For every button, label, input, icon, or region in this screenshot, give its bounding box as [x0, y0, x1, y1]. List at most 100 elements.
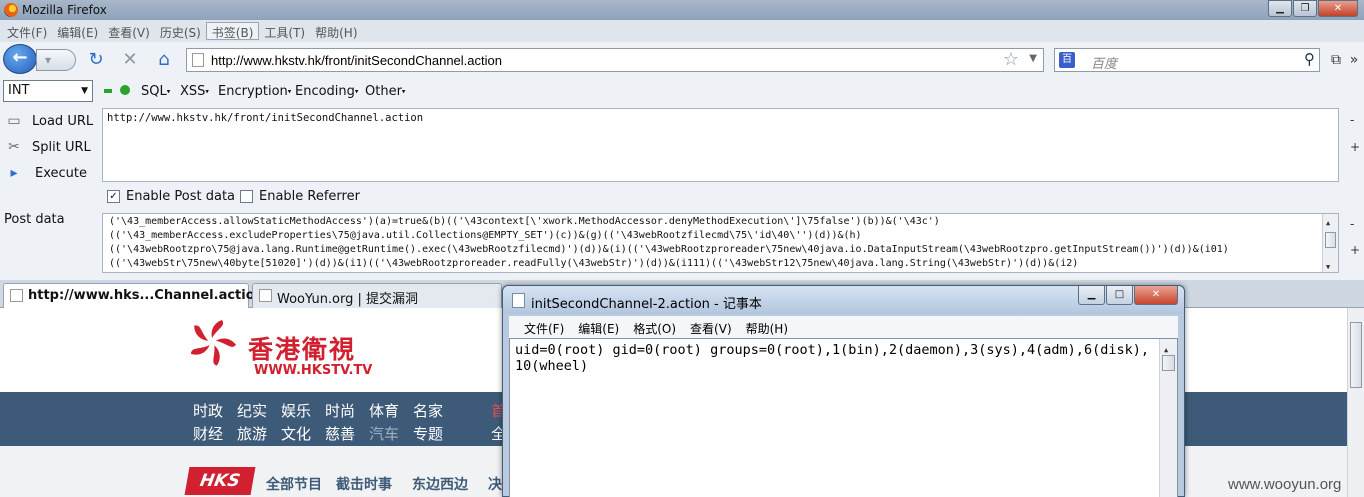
forward-dropdown-button[interactable]: ▾ [36, 49, 76, 71]
other-menu[interactable]: Other▾ [365, 84, 405, 99]
close-button[interactable]: ✕ [1318, 0, 1358, 17]
notepad-maximize-button[interactable]: □ [1106, 286, 1133, 305]
hkstv-flower-logo-icon [190, 320, 236, 366]
split-url-button[interactable]: ✂ Split URL [4, 139, 91, 155]
nav-link[interactable]: 汽车 [369, 423, 399, 444]
type-select[interactable]: INT ▼ [3, 80, 93, 102]
tab-wooyun[interactable]: WooYun.org | 提交漏洞 [252, 283, 502, 308]
notepad-minimize-button[interactable]: ▁ [1078, 286, 1105, 305]
nav-link[interactable]: 纪实 [237, 400, 267, 421]
navigation-toolbar: ← ▾ ↻ ✕ ⌂ http://www.hkstv.hk/front/init… [0, 42, 1364, 76]
enable-referrer-checkbox[interactable]: Enable Referrer [240, 189, 360, 204]
execute-button[interactable]: ▸ Execute [4, 165, 87, 181]
encryption-menu[interactable]: Encryption▾ [218, 84, 291, 99]
xss-menu[interactable]: XSS▾ [180, 84, 209, 99]
address-bar[interactable]: http://www.hkstv.hk/front/initSecondChan… [186, 48, 1044, 72]
encoding-menu[interactable]: Encoding▾ [295, 84, 358, 99]
load-url-button[interactable]: ▭ Load URL [4, 113, 93, 129]
menu-bar: 文件(F) 编辑(E) 查看(V) 历史(S) 书签(B) 工具(T) 帮助(H… [0, 20, 1364, 42]
nav-link[interactable]: 文化 [281, 423, 311, 444]
sql-menu[interactable]: SQL▾ [141, 84, 170, 99]
menu-help[interactable]: 帮助(H) [310, 20, 362, 42]
back-button[interactable]: ← [3, 44, 37, 74]
notepad-menu-bar: 文件(F) 编辑(E) 格式(O) 查看(V) 帮助(H) [509, 316, 1178, 338]
url-text[interactable]: http://www.hkstv.hk/front/initSecondChan… [211, 53, 502, 68]
menu-file[interactable]: 文件(F) [2, 20, 52, 42]
notepad-scroll-thumb[interactable] [1162, 355, 1175, 371]
page-icon [10, 289, 23, 302]
nav-link[interactable]: 娱乐 [281, 400, 311, 421]
notepad-window: initSecondChannel-2.action - 记事本 ▁ □ ✕ 文… [502, 285, 1185, 497]
search-placeholder: 百度 [1091, 57, 1118, 72]
page-scrollbar[interactable] [1347, 308, 1364, 497]
bookmark-star-icon[interactable]: ☆ [1003, 49, 1019, 70]
notepad-text-area[interactable]: uid=0(root) gid=0(root) groups=0(root),1… [509, 338, 1178, 497]
notepad-window-controls: ▁ □ ✕ [1078, 286, 1178, 305]
nav-link[interactable]: 专题 [413, 423, 443, 444]
scroll-down-icon[interactable]: ▼ [1326, 260, 1330, 272]
search-icon[interactable]: ⚲ [1304, 50, 1315, 68]
search-engine-icon[interactable]: 百 [1059, 52, 1075, 68]
page-scroll-thumb[interactable] [1350, 322, 1362, 388]
load-url-icon: ▭ [7, 113, 21, 129]
notepad-title: initSecondChannel-2.action - 记事本 [531, 297, 762, 312]
url-box-minus[interactable]: - [1350, 113, 1354, 127]
post-box-minus[interactable]: - [1350, 217, 1354, 231]
url-box-plus[interactable]: + [1350, 140, 1360, 154]
program-link[interactable]: 全部节目 [266, 474, 322, 494]
notepad-menu-edit[interactable]: 编辑(E) [571, 316, 626, 338]
overflow-chevron-icon[interactable]: » [1344, 50, 1364, 70]
maximize-button[interactable]: ❐ [1293, 0, 1317, 17]
split-url-icon: ✂ [8, 139, 20, 155]
menu-tools[interactable]: 工具(T) [259, 20, 310, 42]
post-data-scrollbar[interactable]: ▲ ▼ [1322, 214, 1338, 272]
menu-view[interactable]: 查看(V) [103, 20, 155, 42]
post-box-plus[interactable]: + [1350, 243, 1360, 257]
checkbox-unchecked-icon[interactable] [240, 190, 253, 203]
execute-icon: ▸ [10, 165, 18, 181]
notepad-close-button[interactable]: ✕ [1134, 286, 1178, 305]
notepad-menu-file[interactable]: 文件(F) [517, 316, 571, 338]
site-logo-url[interactable]: WWW.HKSTV.TV [254, 363, 372, 378]
notepad-menu-view[interactable]: 查看(V) [683, 316, 739, 338]
hks-logo[interactable]: HKS [184, 467, 256, 495]
hackbar-toolbar: INT ▼ SQL▾ XSS▾ Encryption▾ Encoding▾ Ot… [0, 76, 1364, 106]
search-bar[interactable]: 百 百度 ⚲ [1054, 48, 1320, 72]
url-dropdown-icon[interactable]: ▼ [1029, 53, 1037, 64]
nav-link[interactable]: 时尚 [325, 400, 355, 421]
menu-bookmarks[interactable]: 书签(B) [205, 22, 260, 40]
home-icon[interactable]: ⌂ [154, 50, 174, 70]
program-link[interactable]: 决 [488, 474, 502, 494]
nav-link[interactable]: 旅游 [237, 423, 267, 444]
notepad-menu-format[interactable]: 格式(O) [626, 316, 683, 338]
checkbox-checked-icon[interactable]: ✓ [107, 190, 120, 203]
nav-link[interactable]: 财经 [193, 423, 223, 444]
program-link[interactable]: 截击时事 [336, 474, 392, 494]
firefox-logo-icon [4, 3, 18, 17]
scroll-thumb[interactable] [1325, 232, 1336, 248]
menu-edit[interactable]: 编辑(E) [52, 20, 103, 42]
nav-link[interactable]: 体育 [369, 400, 399, 421]
type-select-value: INT [8, 83, 30, 98]
tab-hkstv[interactable]: http://www.hks...Channel.action✕ [3, 283, 281, 308]
post-data-text: ('\43_memberAccess.allowStaticMethodAcce… [109, 216, 1229, 269]
reload-icon[interactable]: ↻ [86, 50, 106, 70]
decrease-icon[interactable] [104, 89, 112, 93]
window-title: Mozilla Firefox [22, 3, 107, 17]
toolbar-extra-icon[interactable]: ⧉ [1326, 50, 1346, 70]
notepad-scrollbar[interactable]: ▲ [1159, 339, 1177, 497]
nav-link[interactable]: 名家 [413, 400, 443, 421]
hackbar-url-textarea[interactable]: http://www.hkstv.hk/front/initSecondChan… [102, 108, 1339, 182]
site-logo-chinese[interactable]: 香港衛視 [248, 330, 356, 366]
menu-history[interactable]: 历史(S) [155, 20, 206, 42]
notepad-menu-help[interactable]: 帮助(H) [739, 316, 795, 338]
enable-post-checkbox[interactable]: ✓ Enable Post data [107, 189, 235, 204]
program-link[interactable]: 东边西边 [412, 474, 468, 494]
post-data-textarea[interactable]: ('\43_memberAccess.allowStaticMethodAcce… [102, 213, 1339, 273]
nav-link[interactable]: 时政 [193, 400, 223, 421]
stop-icon[interactable]: ✕ [120, 50, 140, 70]
nav-link[interactable]: 慈善 [325, 423, 355, 444]
scroll-up-icon[interactable]: ▲ [1326, 216, 1330, 230]
increase-icon[interactable] [120, 85, 130, 95]
minimize-button[interactable]: ▁ [1268, 0, 1292, 17]
